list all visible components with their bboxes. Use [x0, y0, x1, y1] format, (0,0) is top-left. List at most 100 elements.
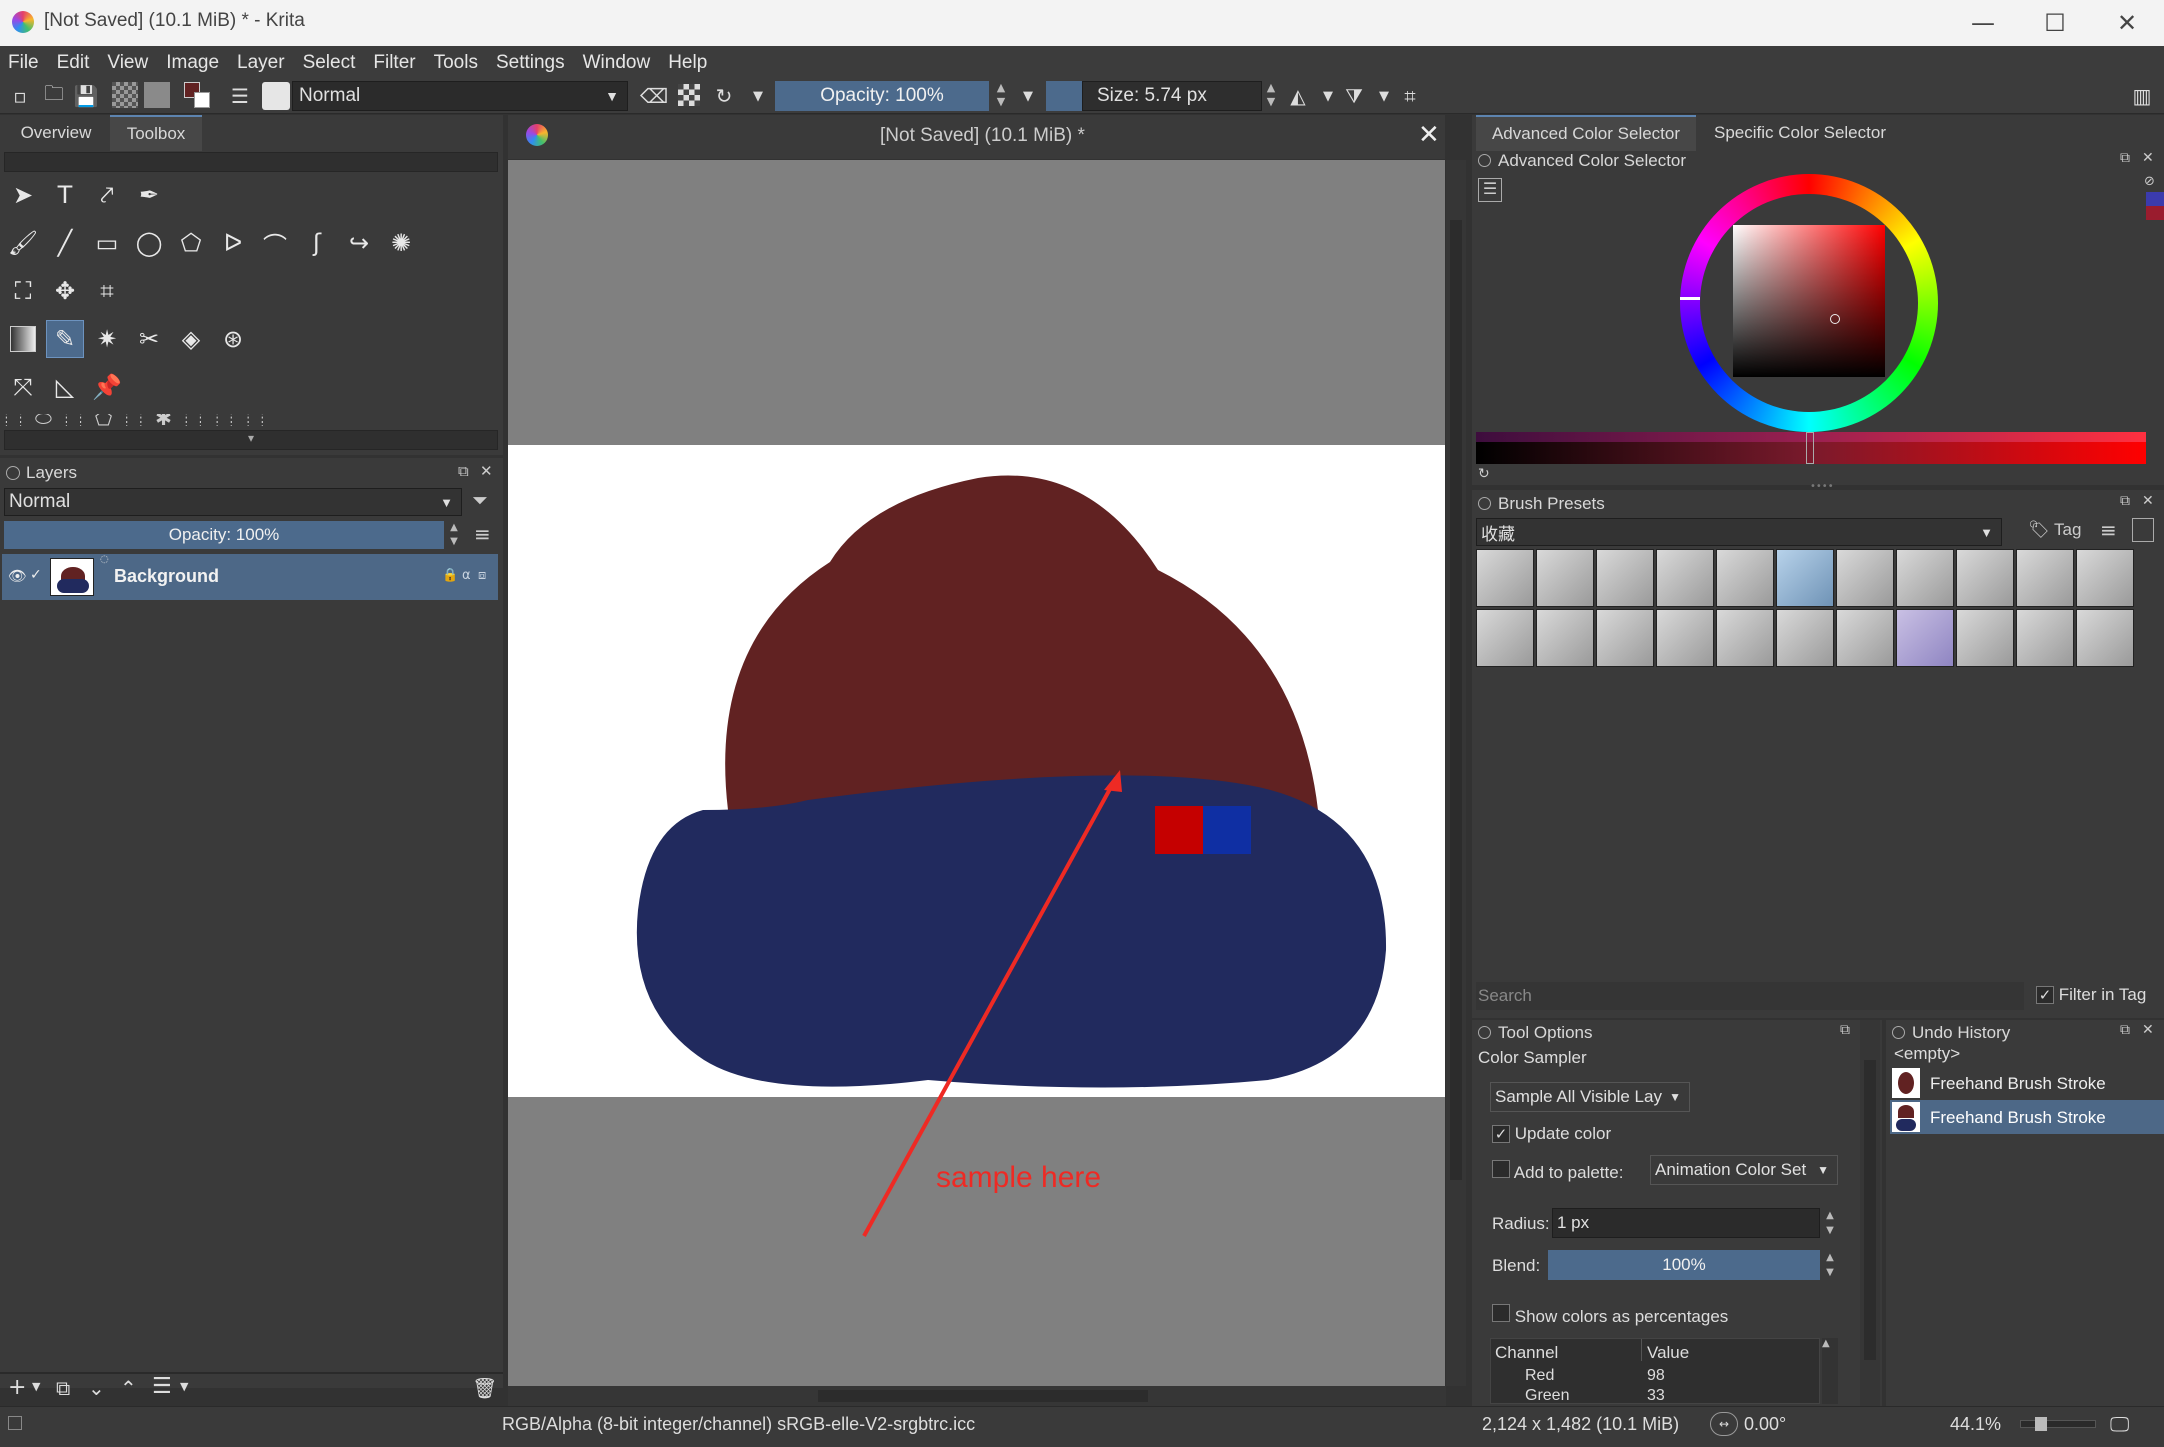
minimize-button[interactable]: — [1948, 0, 2018, 46]
clear-history-icon[interactable]: ⊘ [2144, 174, 2155, 189]
tab-toolbox[interactable]: Toolbox [110, 115, 202, 151]
size-slider-fill[interactable] [1046, 81, 1082, 111]
tag-button[interactable]: 🏷 Tag [2028, 520, 2081, 540]
open-document-icon[interactable]: 🗀 [40, 81, 68, 110]
float-dock-icon[interactable]: ⧉ [2120, 493, 2130, 509]
layer-filter-icon[interactable]: ⏷ [472, 488, 488, 512]
menu-image[interactable]: Image [166, 52, 219, 74]
float-dock-icon[interactable]: ⧉ [1840, 1022, 1850, 1038]
size-spin-icon[interactable]: ▲ ▼ [1262, 81, 1280, 111]
chevron-down-icon[interactable]: ▼ [744, 82, 772, 110]
undo-item-empty[interactable]: <empty> [1894, 1044, 1960, 1064]
brush-preset-icon[interactable] [262, 82, 290, 110]
crop-tool-icon[interactable]: ⌗ [88, 272, 126, 310]
menu-settings[interactable]: Settings [496, 52, 565, 74]
dock-lock-icon[interactable] [1478, 497, 1491, 510]
tab-specific-color-selector[interactable]: Specific Color Selector [1700, 115, 1900, 151]
layer-check-icon[interactable]: ✓ [30, 567, 42, 583]
update-color-checkbox[interactable]: ✓ Update color [1492, 1124, 1611, 1144]
reset-shade-icon[interactable]: ↻ [1478, 466, 1490, 482]
close-dock-icon[interactable]: ✕ [2142, 1022, 2154, 1038]
close-dock-icon[interactable]: ✕ [2142, 150, 2154, 166]
gradient-tool-icon[interactable] [4, 320, 42, 358]
brush-wet[interactable] [2076, 549, 2134, 607]
dynamic-brush-tool-icon[interactable]: ↪ [340, 224, 378, 262]
brush-watercolor[interactable] [1836, 609, 1894, 667]
measure-tool-icon[interactable]: ◺ [46, 368, 84, 406]
menu-filter[interactable]: Filter [373, 52, 415, 74]
rotation-icon[interactable]: ↔ [1710, 1412, 1738, 1436]
opacity-spin-icon[interactable]: ▲ ▼ [992, 81, 1010, 111]
brush-marker[interactable] [1656, 549, 1714, 607]
gradient-preset-icon[interactable] [112, 82, 138, 108]
save-document-icon[interactable]: 💾 [72, 82, 100, 110]
vertical-scrollbar[interactable] [1446, 160, 1466, 1386]
add-to-palette-checkbox[interactable]: Add to palette: [1492, 1160, 1623, 1183]
blend-spin-icon[interactable]: ▲ ▼ [1822, 1250, 1838, 1280]
brush-basic-1[interactable] [1956, 609, 2014, 667]
ellipse-tool-icon[interactable]: ◯ [130, 224, 168, 262]
menu-help[interactable]: Help [668, 52, 707, 74]
freehand-path-tool-icon[interactable]: ʃ [298, 224, 336, 262]
move-tool-icon[interactable]: ✥ [46, 272, 84, 310]
tag-select[interactable]: 收藏 ▼ [1476, 518, 2002, 546]
chevron-down-icon[interactable]: ▼ [1370, 82, 1398, 110]
edit-shapes-tool-icon[interactable]: ⤤ [88, 176, 126, 214]
bezier-tool-icon[interactable]: ⌒ [256, 224, 294, 262]
close-dock-icon[interactable]: ✕ [480, 462, 493, 480]
brush-sketch[interactable] [1656, 609, 1714, 667]
opacity-slider[interactable]: Opacity: 100% [775, 81, 989, 111]
brush-bristle[interactable] [1476, 609, 1534, 667]
layer-row[interactable]: 👁 ✓ ◌ Background 🔒 α ⧈ [2, 554, 498, 600]
chevron-down-icon[interactable]: ▼ [180, 1380, 188, 1393]
move-layer-up-icon[interactable]: ⌃ [120, 1376, 137, 1400]
filter-in-tag-checkbox[interactable]: ✓ Filter in Tag [2036, 985, 2146, 1005]
blend-mode-select[interactable]: Normal ▼ [292, 81, 628, 111]
chevron-down-icon[interactable]: ▼ [1314, 82, 1342, 110]
new-document-icon[interactable]: ▫ [6, 82, 34, 110]
sample-mode-select[interactable]: Sample All Visible Lay ▼ [1490, 1082, 1690, 1112]
horizontal-scrollbar[interactable] [508, 1386, 1446, 1406]
show-percentages-checkbox[interactable]: Show colors as percentages [1492, 1304, 1728, 1327]
calligraphy-tool-icon[interactable]: ✒ [130, 176, 168, 214]
maximize-button[interactable]: ☐ [2020, 0, 2090, 46]
undo-item[interactable]: Freehand Brush Stroke [1890, 1066, 2164, 1100]
layer-lock-icon[interactable]: 🔒 [442, 568, 458, 583]
storage-icon[interactable] [2132, 518, 2154, 542]
tool-options-scrollbar[interactable] [1860, 1020, 1880, 1406]
selection-status-icon[interactable] [8, 1416, 22, 1430]
layer-blend-mode-select[interactable]: Normal ▼ [4, 488, 462, 516]
shade-selector[interactable] [1476, 432, 2146, 464]
canvas-only-icon[interactable]: 🖵 [2110, 1412, 2129, 1436]
color-selector-settings-icon[interactable]: ☰ [1478, 178, 1502, 202]
fill-tool-icon[interactable]: ◈ [172, 320, 210, 358]
float-dock-icon[interactable]: ⧉ [2120, 150, 2130, 166]
table-scrollbar[interactable]: ▲ [1822, 1338, 1838, 1404]
zoom-status[interactable]: 44.1% [1950, 1414, 2001, 1435]
brush-soft[interactable] [1716, 549, 1774, 607]
brush-pencil-2[interactable] [1596, 609, 1654, 667]
close-dock-icon[interactable]: ✕ [2142, 493, 2154, 509]
brush-selected[interactable] [1776, 549, 1834, 607]
dock-lock-icon[interactable] [1478, 154, 1491, 167]
move-layer-down-icon[interactable]: ⌄ [88, 1376, 105, 1400]
view-menu-icon[interactable]: ≡ [2100, 518, 2117, 542]
rectangle-tool-icon[interactable]: ▭ [88, 224, 126, 262]
brush-blender[interactable] [1716, 609, 1774, 667]
menu-tools[interactable]: Tools [434, 52, 478, 74]
size-slider[interactable]: Size: 5.74 px [1082, 81, 1262, 111]
wrap-around-icon[interactable]: ⌗ [1396, 82, 1424, 110]
toolbox-expand-icon[interactable]: ▾ [4, 430, 498, 450]
multibrush-tool-icon[interactable]: ✺ [382, 224, 420, 262]
inherit-alpha-icon[interactable]: ⧈ [478, 568, 486, 583]
menu-layer[interactable]: Layer [237, 52, 285, 74]
layer-opacity-slider[interactable]: Opacity: 100% [4, 521, 444, 549]
menu-select[interactable]: Select [303, 52, 356, 74]
saturation-value-square[interactable] [1733, 225, 1885, 377]
brush-basic-3[interactable] [2076, 609, 2134, 667]
visibility-eye-icon[interactable]: 👁 [8, 567, 27, 585]
polygon-tool-icon[interactable]: ⬠ [172, 224, 210, 262]
assistant-tool-icon[interactable]: ⤧ [4, 368, 42, 406]
zoom-slider[interactable] [2020, 1417, 2096, 1431]
document-tab-title[interactable]: [Not Saved] (10.1 MiB) * [880, 125, 1085, 147]
